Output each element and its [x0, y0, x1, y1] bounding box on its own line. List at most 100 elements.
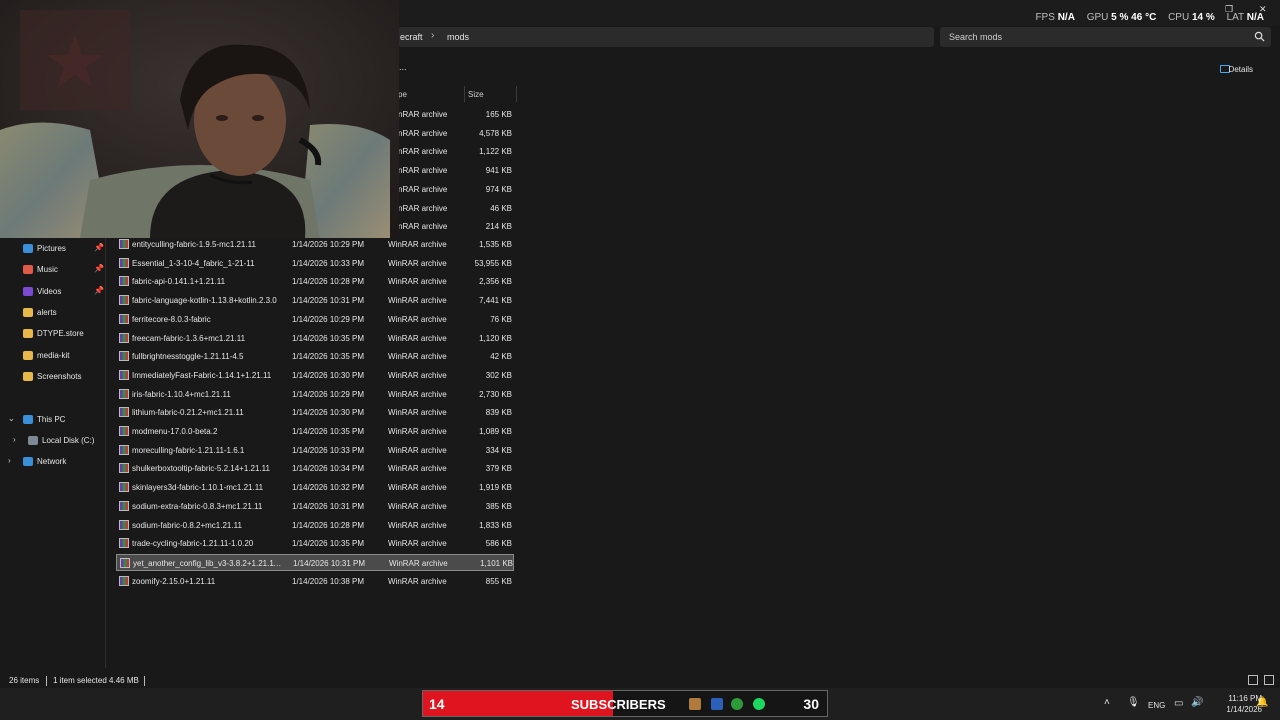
gpu-value: 5 % 46 °C: [1111, 12, 1157, 23]
file-name: fullbrightnesstoggle-1.21.11-4.5: [132, 352, 244, 362]
file-size: 855 KB: [485, 576, 512, 586]
microphone-icon[interactable]: 🎙: [1127, 697, 1140, 708]
network-tray-icon[interactable]: ▭: [1174, 698, 1183, 709]
file-type: nRAR archive: [398, 110, 448, 119]
address-bar[interactable]: ecraft › mods: [398, 27, 934, 47]
folder-icon: [23, 350, 33, 360]
table-row[interactable]: nRAR archive 46 KB: [398, 200, 518, 217]
chevron-right-icon[interactable]: ›: [8, 456, 11, 465]
file-type: WinRAR archive: [388, 370, 447, 380]
details-button[interactable]: Details: [1229, 65, 1253, 74]
sidebar-item-label: alerts: [37, 307, 57, 317]
tiles-view-icon[interactable]: [1264, 675, 1274, 685]
language-indicator[interactable]: ENG: [1148, 701, 1165, 710]
sidebar-item-media-kit[interactable]: media-kit: [0, 348, 106, 364]
column-type-header[interactable]: pe: [398, 90, 407, 99]
table-row[interactable]: Essential_1-3-10-4_fabric_1-21-11 1/14/20…: [116, 255, 514, 272]
chevron-up-icon[interactable]: ˄: [1104, 697, 1110, 708]
column-size-header[interactable]: Size: [468, 90, 484, 99]
sidebar-item-pictures[interactable]: Pictures 📌: [0, 241, 106, 257]
table-row[interactable]: fabric-api-0.141.1+1.21.11 1/14/2026 10:2…: [116, 273, 514, 290]
table-row[interactable]: nRAR archive 165 KB: [398, 106, 518, 123]
table-row[interactable]: nRAR archive 214 KB: [398, 218, 518, 235]
table-row[interactable]: nRAR archive 4,578 KB: [398, 125, 518, 142]
drive-icon: [28, 436, 38, 445]
chevron-down-icon[interactable]: ⌄: [8, 414, 15, 423]
breadcrumb-parent[interactable]: ecraft: [400, 32, 423, 42]
file-date: 1/14/2026 10:38 PM: [292, 576, 365, 586]
clock[interactable]: 11:16 PM 1/14/2026: [1206, 693, 1262, 715]
table-row[interactable]: zoomify-2.15.0+1.21.11 1/14/2026 10:38 PM…: [116, 573, 514, 590]
webcam-feed: [0, 0, 399, 238]
table-row[interactable]: fullbrightnesstoggle-1.21.11-4.5 1/14/202…: [116, 348, 514, 365]
file-size: 334 KB: [485, 445, 512, 455]
table-row[interactable]: sodium-extra-fabric-0.8.3+mc1.21.11 1/14/…: [116, 498, 514, 515]
table-row[interactable]: entityculling-fabric-1.9.5-mc1.21.11 1/14…: [116, 236, 514, 253]
winrar-archive-icon: [119, 538, 129, 549]
file-size: 586 KB: [485, 539, 512, 549]
breadcrumb-current[interactable]: mods: [447, 32, 469, 42]
table-row[interactable]: freecam-fabric-1.3.6+mc1.21.11 1/14/2026 …: [116, 330, 514, 347]
app-icon[interactable]: [711, 698, 723, 710]
file-name: skinlayers3d-fabric-1.10.1-mc1.21.11: [132, 483, 264, 493]
file-date: 1/14/2026 10:35 PM: [292, 352, 365, 362]
chevron-right-icon[interactable]: ›: [13, 435, 16, 444]
search-icon[interactable]: [1254, 31, 1265, 42]
sidebar-item-videos[interactable]: Videos 📌: [0, 284, 106, 300]
column-divider[interactable]: [464, 86, 465, 102]
table-row[interactable]: moreculling-fabric-1.21.11-1.6.1 1/14/202…: [116, 442, 514, 459]
file-size: 46 KB: [490, 203, 512, 213]
table-row[interactable]: skinlayers3d-fabric-1.10.1-mc1.21.11 1/14…: [116, 479, 514, 496]
sidebar-item-alerts[interactable]: alerts: [0, 305, 106, 321]
file-type: nRAR archive: [398, 147, 448, 157]
file-type: WinRAR archive: [388, 296, 447, 306]
table-row[interactable]: iris-fabric-1.10.4+mc1.21.11 1/14/2026 10…: [116, 386, 514, 403]
table-row[interactable]: lithium-fabric-0.21.2+mc1.21.11 1/14/2026…: [116, 404, 514, 421]
nav-item-label: This PC: [37, 415, 66, 424]
table-row[interactable]: sodium-fabric-0.8.2+mc1.21.11 1/14/2026 1…: [116, 517, 514, 534]
details-view-icon[interactable]: [1247, 675, 1258, 685]
nav-item-local-disk[interactable]: › Local Disk (C:): [0, 433, 106, 449]
table-row[interactable]: nRAR archive 974 KB: [398, 181, 518, 198]
file-date: 1/14/2026 10:29 PM: [292, 389, 365, 399]
file-type: WinRAR archive: [388, 520, 447, 530]
volume-icon[interactable]: 🔊: [1191, 697, 1203, 708]
file-date: 1/14/2026 10:35 PM: [292, 333, 365, 343]
clock-date: 1/14/2026: [1226, 705, 1262, 714]
table-row[interactable]: yet_another_config_lib_v3-3.8.2+1.21.11-…: [116, 553, 514, 571]
winrar-archive-icon: [119, 295, 129, 306]
notification-icon[interactable]: 🔔: [1256, 697, 1268, 708]
file-name: yet_another_config_lib_v3-3.8.2+1.21.11-…: [133, 558, 285, 568]
breadcrumb-chevron-icon[interactable]: ›: [431, 30, 434, 41]
nav-item-network[interactable]: › Network: [0, 454, 106, 470]
file-type: nRAR archive: [398, 184, 448, 194]
table-row[interactable]: nRAR archive 1,122 KB: [398, 143, 518, 160]
table-row[interactable]: nRAR archive 941 KB: [398, 162, 518, 179]
sidebar-item-screenshots[interactable]: Screenshots: [0, 369, 106, 385]
table-row[interactable]: modmenu-17.0.0-beta.2 1/14/2026 10:35 PM W…: [116, 423, 514, 440]
file-size: 1,120 KB: [479, 333, 512, 343]
see-more-button[interactable]: ...: [399, 62, 407, 72]
table-row[interactable]: ferritecore-8.0.3-fabric 1/14/2026 10:29 …: [116, 311, 514, 328]
app-icon[interactable]: [689, 698, 701, 710]
file-name: freecam-fabric-1.3.6+mc1.21.11: [132, 333, 246, 343]
xbox-icon[interactable]: [731, 698, 743, 710]
file-size: 1,101 KB: [480, 558, 513, 568]
winrar-archive-icon: [119, 519, 129, 530]
table-row[interactable]: trade-cycling-fabric-1.21.11-1.0.20 1/14/…: [116, 535, 514, 552]
search-input[interactable]: Search mods: [940, 27, 1271, 47]
file-name: lithium-fabric-0.21.2+mc1.21.11: [132, 408, 244, 418]
spotify-icon[interactable]: [753, 698, 765, 710]
file-size: 76 KB: [490, 314, 512, 324]
table-row[interactable]: shulkerboxtooltip-fabric-5.2.14+1.21.11 1…: [116, 460, 514, 477]
file-type: WinRAR archive: [388, 576, 447, 586]
status-divider: [144, 676, 145, 686]
sidebar-item-music[interactable]: Music 📌: [0, 262, 106, 278]
column-divider[interactable]: [516, 86, 517, 102]
table-row[interactable]: fabric-language-kotlin-1.13.8+kotlin.2.3…: [116, 292, 514, 309]
file-name: Essential_1-3-10-4_fabric_1-21-11: [132, 258, 255, 268]
table-row[interactable]: ImmediatelyFast-Fabric-1.14.1+1.21.11 1/1…: [116, 367, 514, 384]
sidebar-item-dtype-store[interactable]: DTYPE.store: [0, 326, 106, 342]
nav-item-this-pc[interactable]: ⌄ This PC: [0, 412, 106, 428]
winrar-archive-icon: [119, 482, 129, 493]
